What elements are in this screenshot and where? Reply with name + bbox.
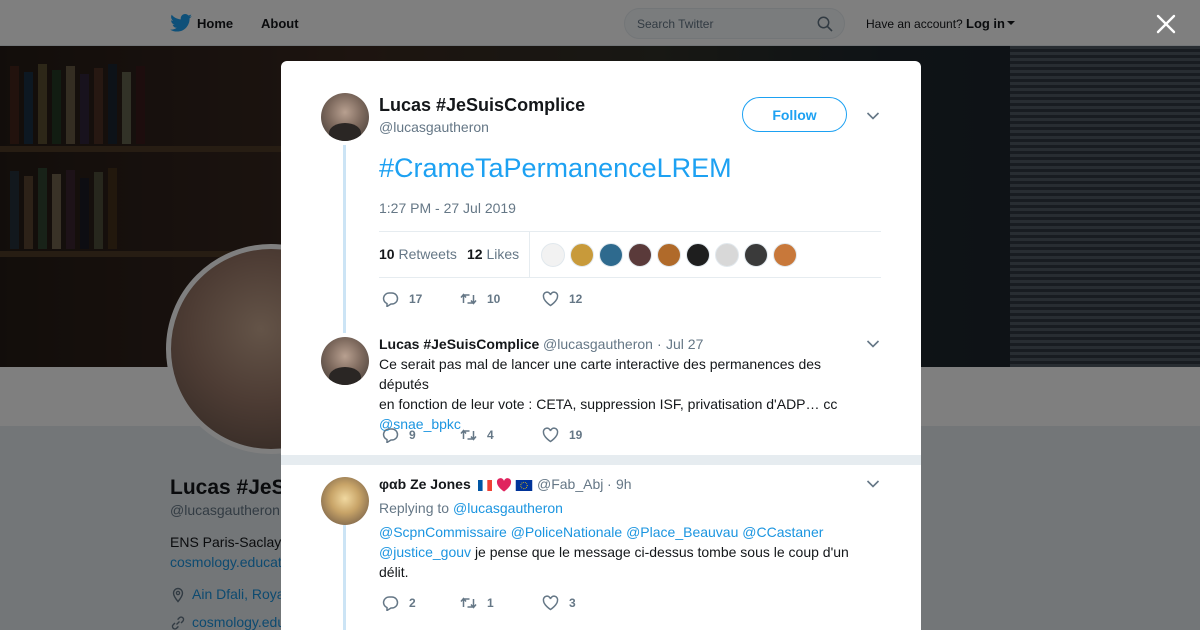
liker-avatar[interactable] — [744, 243, 768, 267]
eu-flag-icon — [516, 479, 533, 491]
retweet-icon — [460, 597, 477, 609]
tweet-author-handle[interactable]: @lucasgautheron — [379, 119, 489, 135]
reply-text: Ce serait pas mal de lancer une carte in… — [379, 356, 838, 432]
reply-button[interactable]: 17 — [382, 291, 422, 307]
reply-date[interactable]: Jul 27 — [666, 336, 703, 352]
chevron-down-icon[interactable] — [866, 479, 880, 489]
liker-avatar[interactable] — [541, 243, 565, 267]
liker-avatar[interactable] — [628, 243, 652, 267]
chevron-down-icon[interactable] — [866, 111, 880, 121]
red-heart-icon — [496, 478, 511, 492]
like-button[interactable]: 12 — [542, 291, 582, 307]
retweet-icon — [460, 429, 477, 441]
reply-count: 9 — [409, 428, 416, 442]
thread-connector — [343, 145, 346, 333]
like-count: 12 — [569, 292, 583, 306]
reply-button[interactable]: 2 — [382, 595, 416, 611]
avatar[interactable] — [321, 477, 369, 525]
liker-avatar[interactable] — [686, 243, 710, 267]
retweet-button[interactable]: 10 — [460, 291, 500, 307]
replying-to-link[interactable]: @lucasgautheron — [453, 500, 563, 516]
reply-separator-dot: · — [607, 476, 612, 492]
france-flag-icon — [477, 479, 492, 491]
reply-icon — [382, 428, 399, 443]
like-button[interactable]: 3 — [542, 595, 576, 611]
liker-avatar[interactable] — [715, 243, 739, 267]
reply-text: @ScpnCommissaire @PoliceNationale @Place… — [379, 524, 849, 580]
thread-connector — [343, 525, 346, 630]
liker-avatar[interactable] — [657, 243, 681, 267]
reply-separator-dot: · — [657, 336, 662, 352]
reply-author-name[interactable]: Lucas #JeSuisComplice — [379, 336, 539, 352]
reply-author-name[interactable]: φαb Ze Jones — [379, 476, 533, 492]
follow-button[interactable]: Follow — [742, 97, 847, 132]
like-button[interactable]: 19 — [542, 427, 582, 443]
retweet-button[interactable]: 1 — [460, 595, 494, 611]
replies-separator — [281, 455, 921, 465]
like-count: 3 — [569, 596, 576, 610]
heart-icon — [542, 595, 559, 611]
liker-avatar[interactable] — [599, 243, 623, 267]
tweet-author-name[interactable]: Lucas #JeSuisComplice — [379, 95, 585, 116]
stats-divider — [529, 232, 530, 277]
reply-button[interactable]: 9 — [382, 427, 416, 443]
retweet-button[interactable]: 4 — [460, 427, 494, 443]
like-count: 19 — [569, 428, 583, 442]
tweet-stats: 10 Retweets 12 Likes — [379, 231, 881, 278]
chevron-down-icon[interactable] — [866, 339, 880, 349]
avatar[interactable] — [321, 93, 369, 141]
mention-link[interactable]: @Place_Beauvau — [626, 524, 738, 540]
mention-link[interactable]: @ScpnCommissaire — [379, 524, 507, 540]
mention-link[interactable]: @justice_gouv — [379, 544, 471, 560]
reply-date[interactable]: 9h — [616, 476, 632, 492]
likes-stat[interactable]: 12 Likes — [467, 246, 519, 262]
tweet-timestamp[interactable]: 1:27 PM - 27 Jul 2019 — [379, 200, 516, 216]
liker-avatar[interactable] — [773, 243, 797, 267]
reply-author-handle[interactable]: @Fab_Abj — [537, 476, 603, 492]
retweets-stat[interactable]: 10 Retweets — [379, 246, 457, 262]
mention-link[interactable]: @CCastaner — [742, 524, 823, 540]
reply-count: 2 — [409, 596, 416, 610]
retweet-count: 10 — [487, 292, 501, 306]
heart-icon — [542, 427, 559, 443]
reply-icon — [382, 292, 399, 307]
reply-count: 17 — [409, 292, 423, 306]
tweet-permalink-modal: Lucas #JeSuisComplice @lucasgautheron Fo… — [281, 61, 921, 630]
liker-avatar[interactable] — [570, 243, 594, 267]
replying-to-label: Replying to — [379, 500, 450, 516]
mention-link[interactable]: @PoliceNationale — [511, 524, 623, 540]
avatar[interactable] — [321, 337, 369, 385]
reply-author-handle[interactable]: @lucasgautheron — [543, 336, 653, 352]
tweet-text[interactable]: #CrameTaPermanenceLREM — [379, 153, 732, 184]
retweet-icon — [460, 293, 477, 305]
retweet-count: 1 — [487, 596, 494, 610]
heart-icon — [542, 291, 559, 307]
reply-icon — [382, 596, 399, 611]
close-icon[interactable] — [1155, 13, 1177, 35]
retweet-count: 4 — [487, 428, 494, 442]
